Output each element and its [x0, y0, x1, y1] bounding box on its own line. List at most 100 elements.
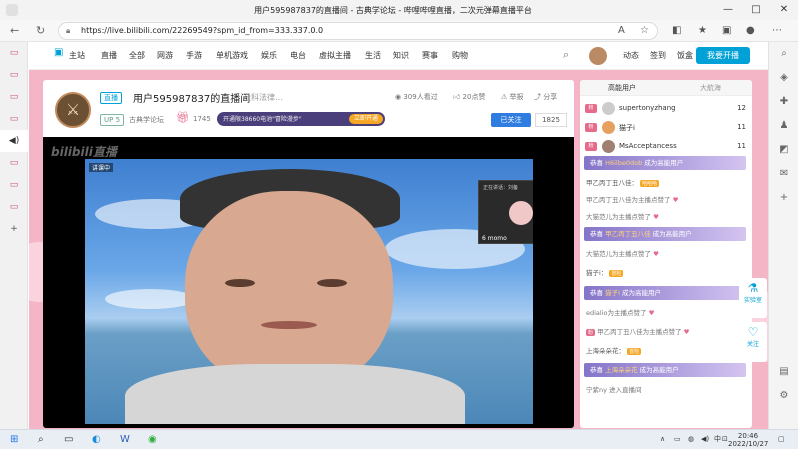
banner-suffix: 成为高能用户: [652, 230, 692, 238]
shopping-icon[interactable]: ◈: [769, 66, 798, 90]
sidebar-tab-icon[interactable]: ▭: [0, 174, 28, 196]
rank-score: 12: [737, 104, 746, 112]
tab-high-energy[interactable]: 高能用户: [608, 83, 636, 93]
outlook-icon[interactable]: ✉: [769, 162, 798, 186]
nav-item[interactable]: 娱乐: [261, 50, 277, 61]
volume-icon[interactable]: ◀): [701, 435, 709, 443]
tools-icon[interactable]: ✚: [769, 90, 798, 114]
lab-label: 实验室: [743, 297, 762, 304]
emote-badge: 冒险: [627, 348, 642, 355]
search-icon[interactable]: ⌕: [769, 42, 798, 66]
more-icon[interactable]: ⋯: [772, 23, 782, 39]
url-field[interactable]: 🔒︎ https://live.bilibili.com/22269549?sp…: [58, 22, 658, 40]
office-icon[interactable]: ◩: [769, 138, 798, 162]
maximize-icon[interactable]: □: [742, 0, 770, 20]
report-button[interactable]: ⚠ 举报: [501, 92, 524, 102]
chat-text: 甲乙丙丁丑八佳为主播点赞了: [597, 328, 682, 336]
favorite-icon[interactable]: ☆: [640, 23, 649, 39]
speaker-label: 讲课中: [89, 163, 114, 172]
nav-dynamic[interactable]: 动态: [623, 50, 639, 61]
banner-suffix: 成为高能用户: [644, 159, 684, 167]
chat-message: edialio为主播点赞了 ♥: [586, 307, 654, 317]
rank-name: supertonyzhang: [619, 104, 676, 112]
nav-item[interactable]: 单机游戏: [216, 50, 248, 61]
extensions-icon[interactable]: ◧: [672, 23, 681, 39]
rank-name: MsAcceptancess: [619, 142, 677, 150]
refresh-icon[interactable]: ↻: [36, 23, 45, 39]
ime-mode-icon[interactable]: ⊡: [722, 435, 728, 443]
rank-row[interactable]: 粉 猫子i 11: [585, 119, 750, 137]
area-link[interactable]: 古典学论坛: [129, 115, 164, 125]
word-app-icon[interactable]: W: [120, 433, 130, 447]
minimize-icon[interactable]: —: [714, 0, 742, 20]
task-view-icon[interactable]: ▭: [64, 433, 73, 447]
close-icon[interactable]: ✕: [770, 0, 798, 20]
nav-item[interactable]: 赛事: [422, 50, 438, 61]
back-icon[interactable]: ←: [10, 23, 19, 39]
network-icon[interactable]: ◍: [688, 435, 694, 443]
chevron-up-icon[interactable]: ∧: [660, 435, 665, 443]
tab-captain[interactable]: 大航海: [700, 83, 721, 93]
notification-icon[interactable]: ▢: [778, 435, 785, 443]
share-button[interactable]: ⤴ 分享: [534, 92, 557, 102]
sidebar-tab-icon[interactable]: ▭: [0, 86, 28, 108]
new-tab-icon[interactable]: +: [0, 218, 28, 240]
profile-icon[interactable]: ●: [746, 23, 755, 39]
nav-item[interactable]: 虚拟主播: [319, 50, 351, 61]
streamer-avatar[interactable]: ⚔: [55, 92, 91, 128]
settings-icon[interactable]: ⚙: [769, 384, 798, 408]
sidebar-tab-icon[interactable]: ▭: [0, 152, 28, 174]
windows-start-icon[interactable]: ⊞: [10, 433, 18, 447]
nav-home[interactable]: 主站: [69, 50, 85, 61]
nav-item[interactable]: 知识: [393, 50, 409, 61]
room-tagline: 社科法律…: [243, 93, 283, 102]
lab-button[interactable]: ⚗ 实验室: [739, 278, 767, 318]
nav-item[interactable]: 购物: [452, 50, 468, 61]
rank-row[interactable]: 粉 MsAcceptancess 11: [585, 138, 750, 156]
start-live-button[interactable]: 我要开播: [696, 47, 750, 64]
nav-item[interactable]: 全部: [129, 50, 145, 61]
games-icon[interactable]: ♟: [769, 114, 798, 138]
read-aloud-icon[interactable]: A: [618, 23, 625, 39]
rank-row[interactable]: 粉 supertonyzhang 12: [585, 100, 750, 118]
sidebar-tab-icon[interactable]: ▭: [0, 196, 28, 218]
nav-item[interactable]: 生活: [365, 50, 381, 61]
banner-user[interactable]: H6ilbe0dob: [605, 159, 642, 167]
search-icon[interactable]: ⌕: [38, 433, 44, 447]
lock-icon: 🔒︎: [66, 26, 71, 35]
like-count[interactable]: 👍︎ 20点赞: [453, 92, 485, 102]
user-avatar[interactable]: [589, 47, 607, 65]
banner-user[interactable]: 上海朵朵花: [605, 366, 638, 374]
viewer-count: ◉ 309人看过: [395, 93, 438, 101]
nav-item[interactable]: 电台: [290, 50, 306, 61]
nav-item[interactable]: 直播: [101, 50, 117, 61]
tab-title[interactable]: 用户595987837的直播间 - 古典学论坛 - 哔哩哔哩直播，二次元弹幕直播…: [168, 5, 618, 16]
nav-checkin[interactable]: 签到: [650, 50, 666, 61]
favorites-bar-icon[interactable]: ★: [698, 23, 707, 39]
banner-user[interactable]: 甲乙丙丁丑八佳: [605, 230, 651, 238]
promo-banner[interactable]: 开通限38660电池"冒险漫步" 立即开通: [217, 112, 385, 126]
ime-indicator[interactable]: 中: [714, 435, 721, 443]
sidebar-tab-icon[interactable]: ▭: [0, 42, 28, 64]
clock[interactable]: 20:46 2022/10/27: [728, 432, 768, 448]
sound-icon[interactable]: ◀): [0, 130, 28, 152]
wechat-app-icon[interactable]: ◉: [148, 433, 157, 447]
like-icon: ♥: [653, 250, 659, 258]
collections-icon[interactable]: ▣: [722, 23, 731, 39]
room-title: 用户595987837的直播间: [133, 94, 251, 105]
add-icon[interactable]: +: [769, 186, 798, 210]
nav-item[interactable]: 网游: [157, 50, 173, 61]
nav-lunchbox[interactable]: 饭盒: [677, 50, 693, 61]
banner-user[interactable]: 猫子i: [605, 289, 620, 297]
sidebar-tab-icon[interactable]: ▭: [0, 108, 28, 130]
search-icon[interactable]: ⌕: [563, 48, 569, 62]
sidebar-tab-icon[interactable]: ▭: [0, 64, 28, 86]
nav-item[interactable]: 手游: [186, 50, 202, 61]
follow-float-button[interactable]: ♡ 关注: [739, 322, 767, 362]
edge-app-icon[interactable]: ◐: [92, 433, 101, 447]
video-player[interactable]: bilibili直播 讲课中 正在讲话：刘备 6 momo: [43, 137, 574, 428]
sidebar-layout-icon[interactable]: ▤: [769, 360, 798, 384]
promo-open-button[interactable]: 立即开通: [348, 114, 383, 124]
follow-button[interactable]: 已关注: [491, 113, 531, 127]
battery-icon[interactable]: ▭: [674, 435, 681, 443]
